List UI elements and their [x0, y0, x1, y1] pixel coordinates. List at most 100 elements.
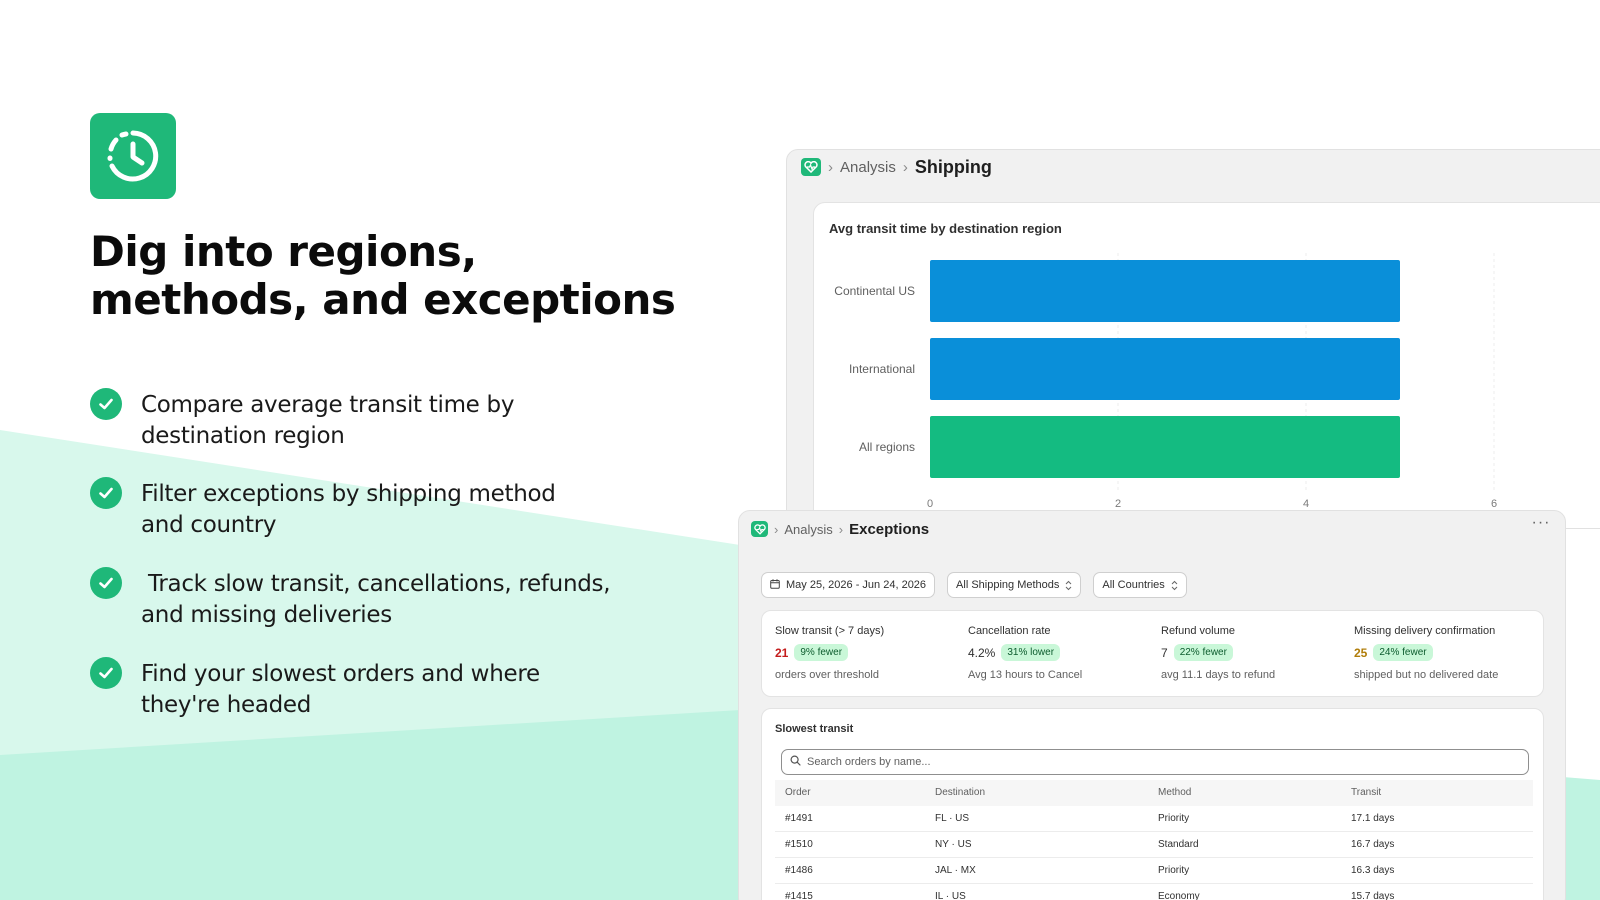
metric-cancellation-rate[interactable]: Cancellation rate 4.2% 31% lower Avg 13 …	[968, 625, 1158, 681]
cell-destination: NY · US	[935, 839, 972, 850]
cell-transit: 17.1 days	[1351, 813, 1395, 824]
metric-subtext: Avg 13 hours to Cancel	[968, 669, 1083, 681]
metric-label: Refund volume	[1161, 625, 1235, 637]
breadcrumb-analysis[interactable]: Analysis	[784, 522, 832, 537]
breadcrumb-analysis[interactable]: Analysis	[840, 159, 896, 176]
headline-line-2: methods, and exceptions	[90, 275, 676, 324]
column-header-destination[interactable]: Destination	[935, 780, 985, 806]
bar[interactable]	[930, 338, 1400, 400]
shipping-method-select[interactable]: All Shipping Methods	[947, 572, 1082, 598]
country-select[interactable]: All Countries	[1093, 572, 1187, 598]
x-tick-label: 0	[927, 498, 933, 510]
cell-method: Standard	[1158, 839, 1199, 850]
category-label: International	[849, 362, 915, 376]
x-tick-label: 4	[1303, 498, 1309, 510]
metric-value: 21	[775, 645, 789, 660]
cell-method: Priority	[1158, 865, 1190, 876]
metric-missing-delivery[interactable]: Missing delivery confirmation 25 24% few…	[1354, 625, 1544, 681]
transit-chart-card: Avg transit time by destination region 0…	[813, 202, 1600, 528]
feature-item: Compare average transit time by destinat…	[90, 388, 610, 452]
feature-text: Filter exceptions by shipping method and…	[141, 479, 556, 541]
app-icon	[90, 113, 176, 199]
table-row[interactable]: #1510 NY · US Standard 16.7 days	[775, 832, 1533, 858]
cell-transit: 15.7 days	[1351, 891, 1395, 900]
metric-value: 4.2%	[968, 645, 996, 660]
date-range-picker[interactable]: May 25, 2026 - Jun 24, 2026	[761, 572, 936, 598]
cell-order: #1491	[785, 813, 813, 824]
trend-badge: 31% lower	[1001, 644, 1061, 661]
feature-line: Track slow transit, cancellations, refun…	[141, 571, 611, 597]
metric-label: Slow transit (> 7 days)	[775, 625, 885, 637]
search-icon	[790, 755, 801, 769]
cell-destination: IL · US	[935, 891, 966, 900]
trend-badge: 22% fewer	[1173, 644, 1233, 661]
metric-subtext: shipped but no delivered date	[1354, 669, 1499, 681]
table-row[interactable]: #1491 FL · US Priority 17.1 days	[775, 806, 1533, 832]
cell-order: #1486	[785, 865, 813, 876]
metric-refund-volume[interactable]: Refund volume 7 22% fewer avg 11.1 days …	[1161, 625, 1351, 681]
table-row[interactable]: #1486 JAL · MX Priority 16.3 days	[775, 858, 1533, 884]
table-row[interactable]: #1415 IL · US Economy 15.7 days	[775, 884, 1533, 900]
metric-value: 7	[1161, 645, 1168, 660]
chevron-right-icon: ›	[902, 158, 908, 176]
chevron-right-icon: ›	[774, 521, 779, 537]
x-tick-label: 2	[1115, 498, 1121, 510]
feature-text: Track slow transit, cancellations, refun…	[141, 569, 611, 631]
heart-logo-icon[interactable]	[801, 158, 821, 176]
transit-bar-chart: 0 2 4 6 Continental US International All regio…	[834, 253, 1497, 510]
metric-slow-transit[interactable]: Slow transit (> 7 days) 21 9% fewer orde…	[775, 625, 965, 681]
chevron-right-icon: ›	[828, 158, 833, 176]
page-title: Exceptions	[849, 520, 930, 538]
feature-item: Filter exceptions by shipping method and…	[90, 477, 610, 541]
date-range-value: May 25, 2026 - Jun 24, 2026	[786, 579, 927, 591]
x-tick-label: 6	[1491, 498, 1497, 510]
headline-line-1: Dig into regions,	[90, 227, 477, 276]
bar[interactable]	[930, 260, 1400, 322]
feature-text: Find your slowest orders and where they'…	[141, 659, 540, 721]
cell-method: Economy	[1158, 891, 1200, 900]
more-actions-icon[interactable]: ···	[1529, 515, 1553, 537]
cell-order: #1510	[785, 839, 813, 850]
column-header-order[interactable]: Order	[785, 780, 811, 806]
search-input[interactable]: Search orders by name...	[781, 749, 1529, 775]
check-icon	[90, 567, 122, 599]
metrics-card: Slow transit (> 7 days) 21 9% fewer orde…	[761, 610, 1544, 697]
column-header-transit[interactable]: Transit	[1351, 780, 1381, 806]
trend-badge: 9% fewer	[794, 644, 849, 661]
check-icon	[90, 477, 122, 509]
search-placeholder: Search orders by name...	[807, 756, 931, 768]
breadcrumb: › Analysis › Shipping	[801, 157, 992, 177]
feature-line: they're headed	[141, 692, 312, 718]
metric-value: 25	[1354, 645, 1368, 660]
feature-line: and country	[141, 512, 277, 538]
slowest-transit-card: Slowest transit Search orders by name...…	[761, 708, 1544, 900]
trend-badge: 24% fewer	[1373, 644, 1433, 661]
exceptions-window: › Analysis › Exceptions ··· May 25, 2026…	[738, 510, 1566, 900]
feature-line: destination region	[141, 423, 345, 449]
cell-destination: FL · US	[935, 813, 970, 824]
feature-line: Filter exceptions by shipping method	[141, 481, 556, 507]
heart-logo-icon[interactable]	[751, 521, 768, 537]
metric-subtext: avg 11.1 days to refund	[1161, 669, 1276, 681]
feature-text: Compare average transit time by destinat…	[141, 390, 514, 452]
column-header-method[interactable]: Method	[1158, 780, 1191, 806]
clock-icon	[107, 130, 159, 182]
feature-item: Track slow transit, cancellations, refun…	[90, 567, 611, 631]
check-icon	[90, 388, 122, 420]
feature-item: Find your slowest orders and where they'…	[90, 657, 610, 721]
shipping-window: › Analysis › Shipping Avg transit time b…	[786, 149, 1600, 529]
table-title: Slowest transit	[775, 723, 854, 735]
feature-line: Compare average transit time by	[141, 392, 515, 418]
bar[interactable]	[930, 416, 1400, 478]
cell-destination: JAL · MX	[935, 865, 976, 876]
metric-label: Cancellation rate	[968, 625, 1051, 637]
feature-line: Find your slowest orders and where	[141, 661, 540, 687]
feature-line: and missing deliveries	[141, 602, 392, 628]
breadcrumb: › Analysis › Exceptions	[751, 519, 929, 539]
country-value: All Countries	[1102, 579, 1165, 591]
select-arrows-icon	[1065, 580, 1072, 591]
page-title: Shipping	[914, 156, 992, 177]
category-label: Continental US	[834, 284, 915, 298]
table-header: Order Destination Method Transit	[775, 780, 1533, 806]
cell-transit: 16.3 days	[1351, 865, 1395, 876]
